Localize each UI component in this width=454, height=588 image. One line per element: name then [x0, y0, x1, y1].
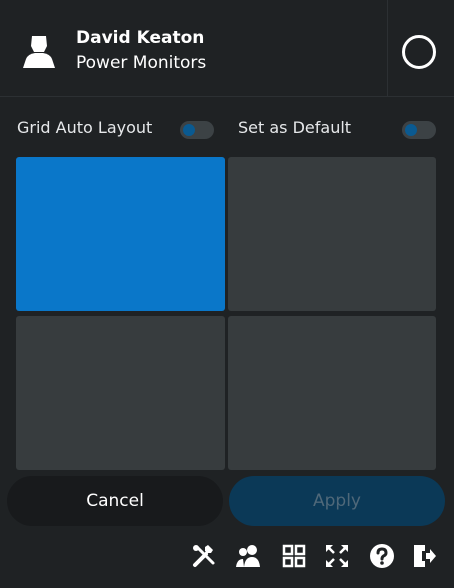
- layout-cell-3[interactable]: [16, 316, 225, 470]
- help-icon[interactable]: [368, 542, 396, 570]
- set-as-default-toggle[interactable]: [402, 121, 436, 139]
- layout-cell-4[interactable]: [228, 316, 436, 470]
- circle-icon[interactable]: [402, 35, 436, 69]
- cancel-button[interactable]: Cancel: [7, 476, 223, 526]
- layout-cell-2[interactable]: [228, 157, 436, 311]
- grid-auto-layout-label: Grid Auto Layout: [17, 118, 153, 137]
- user-avatar-icon: [23, 36, 55, 68]
- user-role: Power Monitors: [76, 53, 207, 73]
- user-name: David Keaton: [76, 28, 205, 48]
- toggle-knob: [183, 124, 195, 136]
- tools-icon[interactable]: [190, 542, 218, 570]
- fullscreen-icon[interactable]: [323, 542, 351, 570]
- user-header: David Keaton Power Monitors: [0, 0, 454, 97]
- header-divider: [387, 0, 388, 96]
- toggle-knob: [405, 124, 417, 136]
- bottom-toolbar: [190, 542, 440, 572]
- set-as-default-label: Set as Default: [238, 118, 352, 137]
- grid-layout-icon[interactable]: [280, 542, 308, 570]
- grid-auto-layout-toggle[interactable]: [180, 121, 214, 139]
- monitor-layout-grid: [16, 157, 436, 470]
- logout-icon[interactable]: [410, 542, 438, 570]
- layout-cell-1[interactable]: [16, 157, 225, 311]
- apply-button[interactable]: Apply: [229, 476, 445, 526]
- options-row: Grid Auto Layout Set as Default: [0, 116, 454, 142]
- users-icon[interactable]: [235, 542, 263, 570]
